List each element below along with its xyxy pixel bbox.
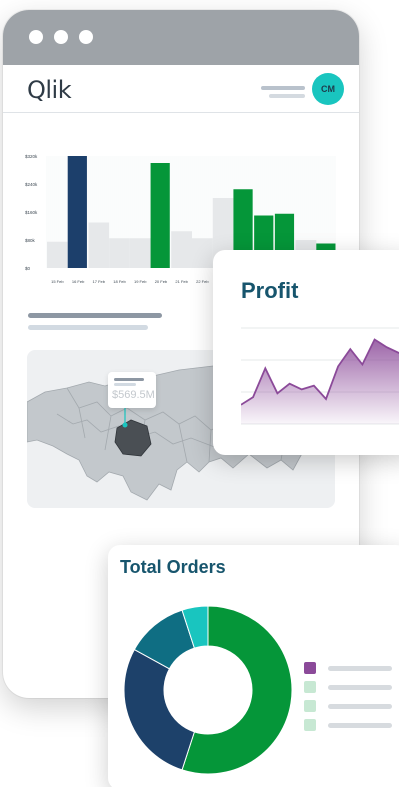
subheading-line <box>28 325 148 330</box>
app-header: Qlik CM <box>3 65 359 113</box>
legend-label-placeholder <box>328 704 392 709</box>
legend-item[interactable] <box>304 662 399 674</box>
bar[interactable] <box>150 163 170 268</box>
profit-title: Profit <box>241 278 299 303</box>
legend-label-placeholder <box>328 723 392 728</box>
legend-swatch <box>304 719 316 731</box>
y-tick-label: $0 <box>25 266 31 271</box>
window-dot[interactable] <box>79 30 93 44</box>
map-tooltip: $569.5M <box>108 372 156 408</box>
profit-area-chart <box>241 327 399 425</box>
y-tick-label: $240k <box>25 182 38 187</box>
y-tick-label: $320k <box>25 154 38 159</box>
window-dot[interactable] <box>54 30 68 44</box>
heading-line <box>28 313 162 318</box>
x-tick-label: 19 Feb <box>134 279 147 284</box>
legend-item[interactable] <box>304 700 399 712</box>
bar[interactable] <box>67 156 87 268</box>
total-orders-card[interactable]: Total Orders <box>108 545 399 787</box>
x-tick-label: 15 Feb <box>51 279 64 284</box>
y-tick-label: $160k <box>25 210 38 215</box>
user-avatar[interactable]: CM <box>312 73 344 105</box>
legend-label-placeholder <box>328 666 392 671</box>
y-tick-label: $80k <box>25 238 36 243</box>
bar[interactable] <box>88 222 110 269</box>
qlik-logo[interactable]: Qlik <box>27 76 72 104</box>
x-tick-label: 20 Feb <box>155 279 168 284</box>
donut-slice[interactable] <box>123 648 196 771</box>
legend-swatch <box>304 700 316 712</box>
x-tick-label: 21 Feb <box>175 279 188 284</box>
profit-card[interactable]: Profit <box>213 250 399 455</box>
profit-area <box>241 339 399 424</box>
legend-swatch <box>304 681 316 693</box>
map-tooltip-value: $569.5M <box>112 389 155 401</box>
bar[interactable] <box>129 238 151 268</box>
bar[interactable] <box>171 231 192 268</box>
legend-swatch <box>304 662 316 674</box>
legend-item[interactable] <box>304 681 399 693</box>
orders-title: Total Orders <box>120 557 226 577</box>
window-title-bar <box>3 10 359 65</box>
x-tick-label: 17 Feb <box>93 279 106 284</box>
menu-icon[interactable] <box>261 84 309 100</box>
window-dot[interactable] <box>29 30 43 44</box>
x-tick-label: 16 Feb <box>72 279 85 284</box>
bar[interactable] <box>109 238 130 268</box>
legend-item[interactable] <box>304 719 399 731</box>
x-tick-label: 18 Feb <box>113 279 126 284</box>
bar[interactable] <box>47 241 68 268</box>
x-tick-label: 22 Feb <box>196 279 209 284</box>
legend-label-placeholder <box>328 685 392 690</box>
bar[interactable] <box>192 238 213 268</box>
orders-donut-chart <box>123 605 293 775</box>
